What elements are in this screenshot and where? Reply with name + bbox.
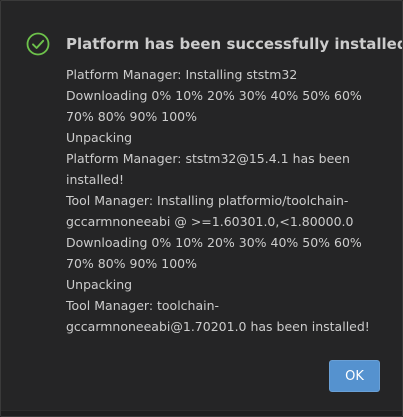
install-notification-dialog: Platform has been successfully installed… — [0, 0, 403, 417]
message-line: Unpacking — [66, 277, 133, 292]
dialog-header: Platform has been successfully installed — [26, 32, 403, 56]
message-line: gccarmnoneeabi @ >=1.60301.0,<1.80000.0 — [66, 214, 354, 229]
message-line: 70% 80% 90% 100% — [66, 109, 198, 124]
message-line: Downloading 0% 10% 20% 30% 40% 50% 60% — [66, 235, 362, 250]
message-line: Tool Manager: Installing platformio/tool… — [66, 193, 349, 208]
message-line: Unpacking — [66, 130, 133, 145]
bottom-divider — [1, 410, 402, 416]
check-circle-icon — [26, 32, 50, 56]
message-line: Downloading 0% 10% 20% 30% 40% 50% 60% — [66, 88, 362, 103]
message-line: Platform Manager: ststm32@15.4.1 has bee… — [66, 151, 350, 166]
dialog-title: Platform has been successfully installed — [66, 35, 403, 53]
message-line: 70% 80% 90% 100% — [66, 256, 198, 271]
ok-button[interactable]: OK — [329, 360, 380, 392]
message-line: Platform Manager: Installing ststm32 — [66, 67, 298, 82]
message-line: installed! — [66, 172, 125, 187]
dialog-message: Platform Manager: Installing ststm32 Dow… — [66, 64, 381, 337]
message-line: gccarmnoneeabi@1.70201.0 has been instal… — [66, 319, 370, 334]
message-line: Tool Manager: toolchain- — [66, 298, 220, 313]
